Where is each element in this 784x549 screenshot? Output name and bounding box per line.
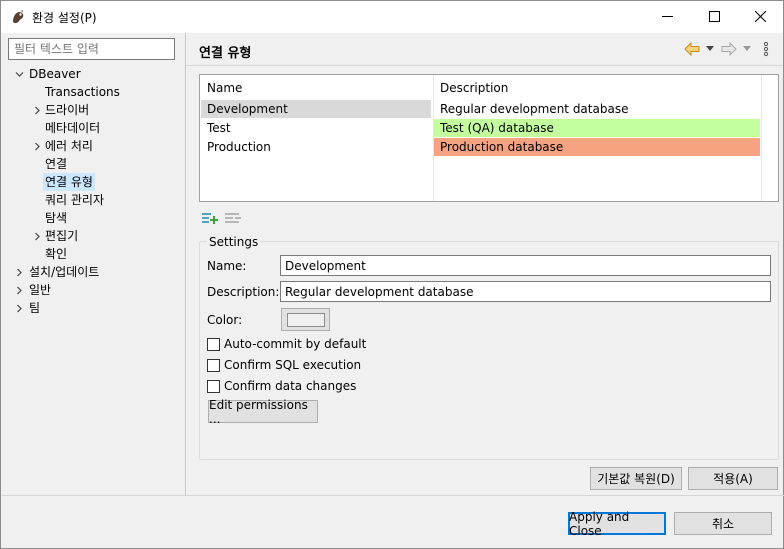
confirm-sql-checkbox-row[interactable]: Confirm SQL execution — [207, 357, 361, 373]
add-type-button[interactable] — [201, 210, 219, 228]
column-header-name[interactable]: Name — [207, 81, 242, 95]
forward-dropdown-icon[interactable] — [743, 41, 751, 57]
tree-item-label: 메타데이터 — [45, 121, 101, 135]
tree-item-label: 에러 처리 — [45, 139, 93, 153]
color-swatch — [286, 312, 325, 327]
column-divider — [761, 75, 762, 201]
table-cell-description: Test (QA) database — [434, 119, 760, 137]
page-title: 연결 유형 — [199, 46, 252, 61]
chevron-down-icon[interactable] — [13, 65, 25, 83]
tree-item-label: 쿼리 관리자 — [45, 193, 105, 207]
color-label: Color: — [207, 313, 243, 327]
minimize-button[interactable] — [644, 1, 690, 32]
preferences-window: 환경 설정(P) DBeaver Transactions — [0, 0, 784, 549]
footer-divider — [2, 495, 784, 496]
tree-item-label: 설치/업데이트 — [29, 265, 100, 279]
tree-item-label: 확인 — [45, 247, 68, 261]
tree-item-label: Transactions — [45, 85, 120, 99]
tree-item-label: 연결 — [45, 157, 68, 171]
table-cell-name: Test — [207, 121, 231, 135]
description-label: Description: — [207, 285, 280, 299]
tree-item-label: 연결 유형 — [43, 173, 95, 191]
back-arrow-icon[interactable] — [684, 41, 700, 57]
apply-button[interactable]: 적용(A) — [688, 467, 778, 490]
chevron-right-icon[interactable] — [31, 227, 43, 245]
restore-defaults-button[interactable]: 기본값 복원(D) — [590, 467, 682, 490]
tree-item-label: 탐색 — [45, 211, 68, 225]
maximize-icon — [708, 11, 720, 22]
chevron-right-icon[interactable] — [31, 137, 43, 155]
page-header: 연결 유형 — [186, 33, 783, 66]
table-cell-name: Production — [207, 140, 271, 154]
chevron-right-icon[interactable] — [13, 263, 25, 281]
chevron-right-icon[interactable] — [13, 299, 25, 317]
maximize-button[interactable] — [691, 1, 737, 32]
confirm-data-changes-checkbox[interactable] — [207, 379, 220, 393]
forward-arrow-icon[interactable] — [721, 41, 737, 57]
window-title: 환경 설정(P) — [32, 11, 97, 25]
tree-item-label: 드라이버 — [45, 103, 90, 117]
more-menu-icon[interactable] — [763, 41, 769, 57]
tree-item-label: 팀 — [29, 301, 41, 315]
auto-commit-checkbox[interactable] — [207, 337, 220, 351]
tree-item-label: 편집기 — [45, 229, 79, 243]
auto-commit-checkbox-row[interactable]: Auto-commit by default — [207, 336, 366, 352]
checkbox-label: Auto-commit by default — [224, 337, 367, 351]
remove-type-button[interactable] — [224, 210, 242, 228]
panel-divider[interactable] — [185, 33, 186, 495]
column-header-description[interactable]: Description — [440, 81, 508, 95]
connection-types-table[interactable]: Name Description Development Regular dev… — [199, 74, 779, 202]
title-bar: 환경 설정(P) — [1, 1, 783, 33]
edit-permissions-button[interactable]: Edit permissions ... — [208, 398, 318, 426]
dbeaver-beaver-icon — [10, 9, 26, 25]
table-cell-name: Development — [201, 100, 431, 118]
confirm-data-changes-checkbox-row[interactable]: Confirm data changes — [207, 378, 356, 394]
name-field[interactable] — [280, 255, 771, 276]
remove-type-icon — [225, 212, 241, 227]
color-picker-button[interactable] — [281, 308, 330, 331]
chevron-right-icon[interactable] — [31, 101, 43, 119]
add-type-icon — [202, 212, 218, 227]
table-cell-description: Production database — [434, 138, 760, 156]
tree-item-label: DBeaver — [29, 67, 81, 81]
chevron-right-icon[interactable] — [13, 281, 25, 299]
close-icon — [754, 11, 766, 22]
checkbox-label: Confirm data changes — [224, 379, 357, 393]
confirm-sql-checkbox[interactable] — [207, 358, 220, 372]
filter-input[interactable] — [8, 38, 175, 60]
close-button[interactable] — [737, 1, 783, 32]
checkbox-label: Confirm SQL execution — [224, 358, 362, 372]
back-dropdown-icon[interactable] — [706, 41, 714, 57]
apply-and-close-button[interactable]: Apply and Close — [568, 510, 666, 538]
minimize-icon — [661, 11, 673, 22]
description-field[interactable] — [280, 281, 771, 302]
cancel-button[interactable]: 취소 — [674, 512, 772, 535]
table-cell-description: Regular development database — [434, 100, 760, 118]
tree-item-label: 일반 — [29, 283, 52, 297]
settings-group-title: Settings — [207, 235, 261, 249]
name-label: Name: — [207, 259, 247, 273]
